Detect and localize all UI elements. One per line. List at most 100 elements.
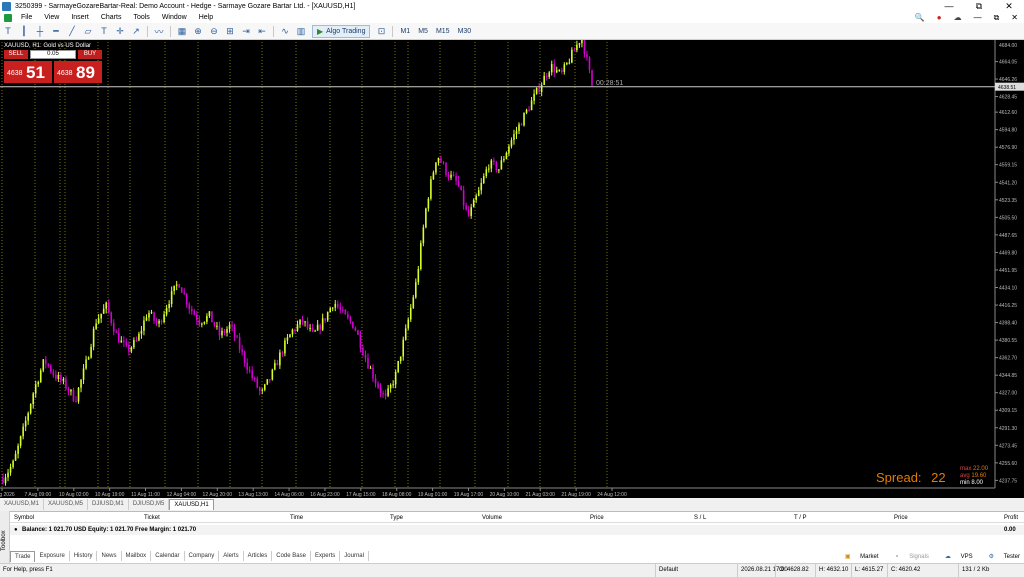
autoscroll-icon[interactable]: ⇥ [239,25,253,38]
market-button[interactable]: ▣ Market [837,553,879,560]
buy-button[interactable]: BUY [78,50,102,59]
chart-tab[interactable]: XAUUSD,M5 [44,499,89,510]
arrow-tool-icon[interactable]: ↗ [129,25,143,38]
chart-canvas[interactable]: 4664.05 4646.26 4628.45 4612.60 4594.80 4576.… [0,40,1024,498]
menu-insert[interactable]: Insert [65,12,95,23]
col-current-price[interactable]: Price [894,513,908,523]
chart-tab[interactable]: DJIUSD,M1 [88,499,129,510]
price-chart[interactable]: 4664.05 4646.26 4628.45 4612.60 4594.80 4576.… [0,40,1024,498]
candle-body [77,387,80,402]
col-price[interactable]: Price [590,513,604,523]
status-profile[interactable]: Default [655,564,678,577]
vps-button[interactable]: ☁ VPS [937,553,973,560]
trendline-icon[interactable]: ╱ [65,25,79,38]
vertical-line-icon[interactable]: ┃ [17,25,31,38]
new-order-icon[interactable]: ⊡ [374,25,388,38]
indicators-icon[interactable]: 〰 [152,25,166,38]
candle-body [266,379,269,385]
tab-alerts[interactable]: Alerts [219,551,244,561]
channel-icon[interactable]: ▱ [81,25,95,38]
search-icon[interactable]: 🔍 [915,13,925,22]
signals-button[interactable]: ⚬ Signals [887,553,929,560]
menu-close-button[interactable]: ✕ [1011,13,1018,22]
candle-body [583,40,586,55]
menu-file[interactable]: File [15,12,38,23]
col-profit[interactable]: Profit [1004,513,1018,523]
candle-body [344,309,347,315]
timeframe-m15[interactable]: M15 [432,28,454,35]
chart-tab[interactable]: DJIUSD,M5 [129,499,170,510]
balance-row[interactable]: ● Balance: 1 021.70 USD Equity: 1 021.70… [10,525,1024,535]
menu-charts[interactable]: Charts [95,12,128,23]
menu-help[interactable]: Help [193,12,219,23]
menu-tools[interactable]: Tools [127,12,155,23]
tile-icon[interactable]: ⊞ [223,25,237,38]
y-tick-label: 4505.50 [999,215,1017,221]
col-volume[interactable]: Volume [482,513,502,523]
candle-body [450,174,452,178]
timeframe-m5[interactable]: M5 [414,28,432,35]
candle-body [158,320,160,324]
col-ticket[interactable]: Ticket [144,513,160,523]
candle-body [490,160,493,169]
tab-exposure[interactable]: Exposure [35,551,70,561]
tab-experts[interactable]: Experts [311,551,341,561]
close-button[interactable]: ✕ [994,0,1024,12]
spread-value: 22 [931,470,946,485]
shapes-icon[interactable]: ✛ [113,25,127,38]
candle-body [402,339,405,357]
sell-button[interactable]: SELL [4,50,28,59]
candle-body [17,445,19,454]
tab-trade[interactable]: Trade [10,550,36,562]
tab-company[interactable]: Company [185,551,220,561]
candle-body [95,323,97,329]
col-tp[interactable]: T / P [794,513,807,523]
col-symbol[interactable]: Symbol [14,513,34,523]
menu-restore-button[interactable]: ⧉ [994,13,1000,23]
tab-news[interactable]: News [97,551,122,561]
buy-price-box[interactable]: 4638 89 [54,61,102,83]
tab-history[interactable]: History [70,551,98,561]
menu-view[interactable]: View [38,12,65,23]
candle-body [135,340,138,342]
candle-body [482,176,485,183]
tab-articles[interactable]: Articles [244,551,273,561]
market-watch-icon[interactable]: ∿ [278,25,292,38]
tab-code-base[interactable]: Code Base [272,551,311,561]
community-icon[interactable]: ☁ [954,13,962,22]
maximize-button[interactable]: ⧉ [964,0,994,12]
tester-button[interactable]: ⚙ Tester [981,553,1020,560]
menu-window[interactable]: Window [156,12,193,23]
candle-body [190,309,193,311]
algo-trading-button[interactable]: ▶ Algo Trading [312,24,371,38]
tab-calendar[interactable]: Calendar [151,551,185,561]
timeframe-m1[interactable]: M1 [396,28,414,35]
col-type[interactable]: Type [390,513,403,523]
status-close: C: 4620.42 [887,564,920,577]
tab-mailbox[interactable]: Mailbox [122,551,152,561]
zoom-out-icon[interactable]: ⊖ [207,25,221,38]
menu-minimize-button[interactable]: — [974,13,982,22]
depth-icon[interactable]: ▥ [294,25,308,38]
text-label-icon[interactable]: T [97,25,111,38]
candle-body [115,331,118,333]
crosshair-icon[interactable]: ┼ [33,25,47,38]
candle-body [379,387,382,393]
col-sl[interactable]: S / L [694,513,706,523]
chart-tab[interactable]: XAUUSD,M1 [0,499,45,510]
chat-icon[interactable]: ● [937,13,942,22]
text-tool-icon[interactable]: T [1,25,15,38]
chart-shift-icon[interactable]: ⇤ [255,25,269,38]
chart-tab-active[interactable]: XAUUSD,H1 [169,499,214,510]
lot-size-input[interactable]: 0.05 [30,50,76,59]
sell-price-box[interactable]: 4638 51 [4,61,52,83]
tab-journal[interactable]: Journal [340,551,369,561]
col-time[interactable]: Time [290,513,303,523]
grid-icon[interactable]: ▦ [175,25,189,38]
minimize-button[interactable]: — [934,0,964,12]
timeframe-m30[interactable]: M30 [454,28,476,35]
zoom-in-icon[interactable]: ⊕ [191,25,205,38]
horizontal-line-icon[interactable]: ━ [49,25,63,38]
candle-body [241,349,243,352]
candle-body [198,320,201,325]
